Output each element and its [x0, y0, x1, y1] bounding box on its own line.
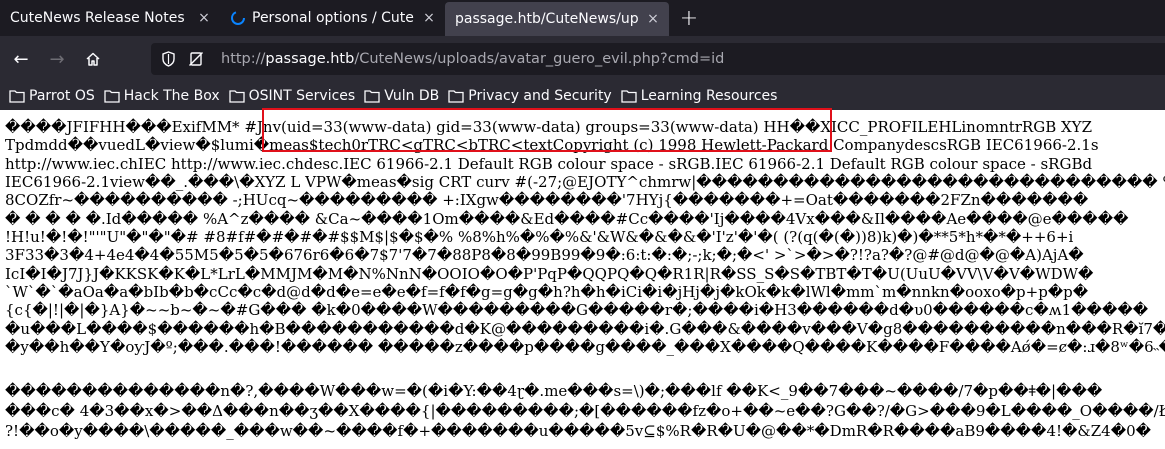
content-line: 3F33�3�4+4e4�4�55M5�5�5�676r6�6�7$7'7�7�…: [5, 246, 1084, 264]
content-line: !H!u!�!�!"'"U"�"�"�# #8#f#�#�#�#$$M$|$�$…: [5, 228, 1074, 246]
bookmark-folder-vuln-db[interactable]: Vuln DB: [364, 88, 439, 104]
bookmark-folder-parrot-os[interactable]: Parrot OS: [9, 88, 95, 104]
url-path: /CuteNews/uploads/avatar_guero_evil.php?…: [354, 51, 725, 67]
folder-icon: [364, 90, 380, 103]
url-scheme: http://: [221, 51, 266, 67]
bookmark-label: OSINT Services: [248, 88, 356, 104]
content-line: {c{�|!|�|�}A}�~~b~�~�#G��� �k�0����W����…: [5, 301, 1149, 319]
content-line: 8COZfr~���������� -;HUcq~��������� +:IXg…: [5, 191, 1089, 209]
folder-icon: [9, 90, 25, 103]
tab-title: passage.htb/CuteNews/uplo: [455, 11, 639, 27]
content-line: ?!��o�y����\�����_���w��~����f�+�������u…: [5, 422, 1152, 440]
new-tab-button[interactable]: +: [669, 0, 709, 36]
content-line: `W`�`�aOa�a�bIb�b�cCc�c�d@d�d�e=e�e�f=f�…: [5, 283, 1089, 301]
folder-icon: [228, 90, 245, 103]
tab-cutenews-release-notes[interactable]: CuteNews Release Notes ×: [0, 0, 220, 36]
content-line: �u���L����$������h�B�����������d�K@�����…: [5, 320, 1165, 338]
bookmark-label: Learning Resources: [640, 88, 778, 104]
url-host: passage.htb: [265, 51, 355, 67]
bookmark-folder-privacy-and-security[interactable]: Privacy and Security: [448, 88, 612, 104]
folder-icon: [621, 90, 637, 103]
loading-spinner-icon: [231, 11, 245, 25]
shield-icon: [161, 51, 175, 67]
home-button[interactable]: [76, 42, 110, 76]
bookmark-label: Vuln DB: [384, 88, 440, 104]
close-tab-icon[interactable]: ×: [196, 10, 212, 26]
content-line: �y��h��Y�oƴJ�º;���.���!������ �����z����…: [5, 338, 1165, 356]
connection-info-button[interactable]: [185, 51, 207, 67]
bookmark-label: Hack The Box: [123, 88, 220, 104]
tab-passage-uploads-active[interactable]: passage.htb/CuteNews/uplo ×: [445, 2, 669, 36]
tab-personal-options[interactable]: Personal options / CuteNe ×: [220, 0, 445, 36]
content-line: IEC61966-2.1view��_.���\�XYZ L VPW�meas�…: [5, 173, 1165, 191]
url-bar[interactable]: http://passage.htb/CuteNews/uploads/avat…: [151, 43, 1165, 75]
folder-icon: [104, 90, 120, 103]
close-tab-icon[interactable]: ×: [421, 10, 437, 26]
content-line: ����JFIFHH���ExifMM* #Jnv(uid=33(www-dat…: [5, 118, 1093, 136]
content-line: Tpdmdd��vuedL�view�$lumi�meas$tech0rTRC<…: [5, 136, 1099, 154]
bookmark-folder-learning-resources[interactable]: Learning Resources: [621, 88, 778, 104]
content-line: IcI�I�J7J}J�KKSK�K�L*LrL�MMJM�M�N%NnN�OO…: [5, 265, 1094, 283]
content-line: http://www.iec.chIEC http://www.iec.chde…: [5, 155, 1093, 173]
tab-title: CuteNews Release Notes: [10, 10, 185, 26]
site-info-button[interactable]: [157, 51, 179, 67]
back-button[interactable]: ←: [4, 42, 38, 76]
close-tab-icon[interactable]: ×: [645, 11, 661, 27]
content-line: � � � � �.Id����� %A^z���� &Ca~����1Om��…: [5, 210, 1129, 228]
tab-title: Personal options / CuteNe: [252, 10, 415, 26]
content-line: ��������������n�?,����W���w=�(�i�Y:��4ɽ�…: [5, 382, 1103, 400]
insecure-page-icon: [189, 52, 203, 66]
bookmark-label: Parrot OS: [29, 88, 95, 104]
content-line: ���c� 4�3��x�>��Δ���n��ʒ��X����{|�������…: [5, 402, 1165, 420]
page-content: ����JFIFHH���ExifMM* #Jnv(uid=33(www-dat…: [0, 110, 1165, 449]
folder-icon: [448, 90, 464, 103]
home-icon: [86, 52, 100, 66]
bookmark-folder-osint-services[interactable]: OSINT Services: [228, 88, 356, 104]
forward-button[interactable]: →: [40, 42, 74, 76]
bookmark-folder-hack-the-box[interactable]: Hack The Box: [104, 88, 220, 104]
tab-strip: CuteNews Release Notes × Personal option…: [0, 0, 1165, 36]
url-text: http://passage.htb/CuteNews/uploads/avat…: [221, 51, 724, 67]
bookmark-label: Privacy and Security: [468, 88, 612, 104]
navigation-toolbar: ← → http://passage.htb/CuteNews/uploads/…: [0, 36, 1165, 82]
bookmarks-toolbar: Parrot OS Hack The Box OSINT Services Vu…: [0, 82, 1165, 111]
